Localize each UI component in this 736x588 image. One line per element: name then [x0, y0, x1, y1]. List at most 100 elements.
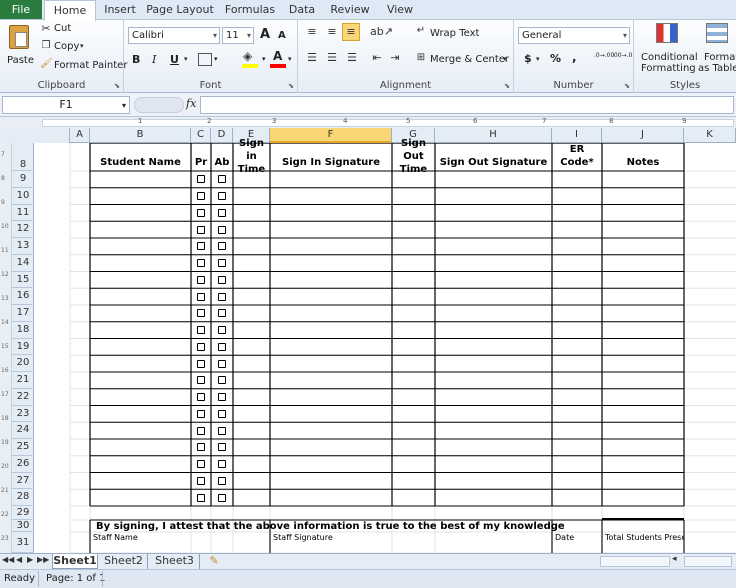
row-header-13[interactable]: 13 — [12, 238, 34, 255]
absent-checkbox[interactable] — [218, 309, 226, 318]
comma-style-button[interactable]: , — [572, 50, 577, 64]
row-header-31[interactable]: 31 — [12, 532, 34, 553]
row-header-16[interactable]: 16 — [12, 288, 34, 305]
row-header-12[interactable]: 12 — [12, 221, 34, 238]
borders-icon[interactable] — [198, 53, 212, 66]
present-checkbox[interactable] — [197, 225, 205, 234]
align-left-icon[interactable]: ☰ — [304, 51, 320, 64]
row-header-26[interactable]: 26 — [12, 456, 34, 473]
row-header-23[interactable]: 23 — [12, 406, 34, 423]
present-checkbox[interactable] — [197, 342, 205, 351]
decrease-decimal-button[interactable]: .00→.0 — [612, 52, 632, 59]
format-painter-button[interactable]: Format Painter — [54, 60, 127, 71]
bold-button[interactable]: B — [132, 53, 140, 66]
borders-dropdown-icon[interactable]: ▾ — [214, 55, 218, 63]
present-checkbox[interactable] — [197, 242, 205, 251]
row-header-24[interactable]: 24 — [12, 422, 34, 439]
column-header-a[interactable]: A — [70, 128, 90, 143]
shrink-font-button[interactable]: A — [278, 30, 286, 41]
fill-dropdown-icon[interactable]: ▾ — [262, 55, 266, 63]
present-checkbox[interactable] — [197, 309, 205, 318]
name-box[interactable]: F1 ▾ — [2, 96, 130, 114]
align-top-icon[interactable]: ≡ — [304, 25, 320, 38]
row-header-19[interactable]: 19 — [12, 339, 34, 356]
absent-checkbox[interactable] — [218, 342, 226, 351]
present-checkbox[interactable] — [197, 409, 205, 418]
increase-indent-icon[interactable]: ⇥ — [388, 51, 402, 64]
present-checkbox[interactable] — [197, 426, 205, 435]
present-checkbox[interactable] — [197, 326, 205, 335]
row-header-21[interactable]: 21 — [12, 372, 34, 389]
present-checkbox[interactable] — [197, 376, 205, 385]
alignment-launcher-icon[interactable]: ⬊ — [504, 82, 510, 90]
grow-font-button[interactable]: A — [260, 27, 270, 42]
present-checkbox[interactable] — [197, 476, 205, 485]
column-header-b[interactable]: B — [90, 128, 191, 143]
row-header-20[interactable]: 20 — [12, 355, 34, 372]
last-sheet-icon[interactable]: ▶▶ — [37, 555, 49, 564]
worksheet-grid[interactable]: Student Name Pr Ab Sign in Time Sign In Signa… — [34, 138, 736, 553]
row-header-10[interactable]: 10 — [12, 188, 34, 205]
row-header-29[interactable]: 29 — [12, 506, 34, 520]
row-header-8[interactable]: 8 — [12, 143, 34, 171]
wrap-text-button[interactable]: Wrap Text — [430, 28, 479, 39]
absent-checkbox[interactable] — [218, 208, 226, 217]
present-checkbox[interactable] — [197, 275, 205, 284]
decrease-indent-icon[interactable]: ⇤ — [370, 51, 384, 64]
increase-decimal-button[interactable]: .0→.00 — [594, 52, 614, 59]
column-header-d[interactable]: D — [211, 128, 233, 143]
absent-checkbox[interactable] — [218, 409, 226, 418]
absent-checkbox[interactable] — [218, 292, 226, 301]
absent-checkbox[interactable] — [218, 225, 226, 234]
absent-checkbox[interactable] — [218, 493, 226, 502]
fill-color-button[interactable]: ◈ — [242, 49, 260, 68]
column-header-c[interactable]: C — [191, 128, 211, 143]
tab-formulas[interactable]: Formulas — [222, 0, 278, 20]
font-name-combo[interactable]: Calibri ▾ — [128, 27, 220, 44]
sheet-tab-1[interactable]: Sheet1 — [52, 554, 98, 569]
currency-button[interactable]: $ — [524, 52, 532, 65]
column-header-f[interactable]: F — [270, 128, 392, 143]
row-header-25[interactable]: 25 — [12, 439, 34, 456]
row-header-14[interactable]: 14 — [12, 255, 34, 272]
row-header-22[interactable]: 22 — [12, 389, 34, 406]
font-size-combo[interactable]: 11 ▾ — [222, 27, 254, 44]
sheet-tab-3[interactable]: Sheet3 — [150, 554, 200, 569]
copy-button[interactable]: Copy — [54, 41, 79, 52]
align-middle-icon[interactable]: ≡ — [324, 25, 340, 38]
present-checkbox[interactable] — [197, 443, 205, 452]
absent-checkbox[interactable] — [218, 175, 226, 184]
absent-checkbox[interactable] — [218, 275, 226, 284]
conditional-formatting-button[interactable]: Conditional Formatting — [636, 21, 700, 75]
align-center-icon[interactable]: ☰ — [324, 51, 340, 64]
insert-sheet-icon[interactable]: ✎ — [205, 554, 223, 567]
font-color-button[interactable]: A — [270, 49, 288, 68]
merge-center-button[interactable]: Merge & Center — [430, 54, 509, 65]
present-checkbox[interactable] — [197, 208, 205, 217]
tab-insert[interactable]: Insert — [98, 0, 142, 20]
clipboard-launcher-icon[interactable]: ⬊ — [114, 82, 120, 90]
present-checkbox[interactable] — [197, 292, 205, 301]
formula-input[interactable] — [200, 96, 734, 114]
row-header-28[interactable]: 28 — [12, 489, 34, 506]
number-format-combo[interactable]: General ▾ — [518, 27, 630, 44]
absent-checkbox[interactable] — [218, 393, 226, 402]
row-header-27[interactable]: 27 — [12, 473, 34, 490]
absent-checkbox[interactable] — [218, 426, 226, 435]
row-header-9[interactable]: 9 — [12, 171, 34, 188]
prev-sheet-icon[interactable]: ◀ — [16, 555, 22, 564]
row-header-11[interactable]: 11 — [12, 205, 34, 222]
absent-checkbox[interactable] — [218, 359, 226, 368]
column-header-j[interactable]: J — [602, 128, 684, 143]
paste-button[interactable]: Paste — [2, 21, 34, 71]
scroll-track[interactable] — [684, 556, 732, 567]
font-color-dropdown-icon[interactable]: ▾ — [288, 55, 292, 63]
column-header-h[interactable]: H — [435, 128, 552, 143]
italic-button[interactable]: I — [152, 53, 156, 66]
row-header-15[interactable]: 15 — [12, 272, 34, 289]
absent-checkbox[interactable] — [218, 326, 226, 335]
present-checkbox[interactable] — [197, 393, 205, 402]
column-header-i[interactable]: I — [552, 128, 602, 143]
align-bottom-icon[interactable]: ≡ — [342, 23, 360, 41]
absent-checkbox[interactable] — [218, 192, 226, 201]
